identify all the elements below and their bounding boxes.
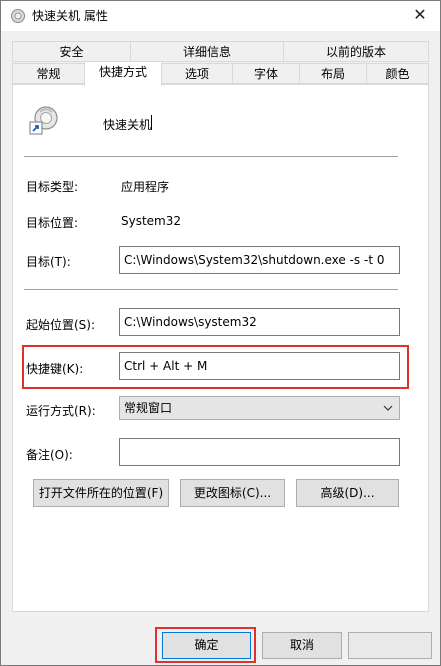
target-type-value: 应用程序 xyxy=(121,180,170,194)
run-select[interactable]: 常规窗口 xyxy=(119,396,400,420)
tab-general[interactable]: 常规 xyxy=(12,63,85,84)
advanced-button[interactable]: 高级(D)... xyxy=(296,479,399,507)
target-label: 目标(T): xyxy=(26,255,71,269)
change-icon-button[interactable]: 更改图标(C)... xyxy=(180,479,285,507)
open-file-location-button[interactable]: 打开文件所在的位置(F) xyxy=(33,479,169,507)
run-select-value: 常规窗口 xyxy=(124,401,173,415)
close-button[interactable]: ✕ xyxy=(408,4,432,26)
shortcut-icon xyxy=(28,104,60,136)
start-in-label: 起始位置(S): xyxy=(26,318,96,332)
text-cursor xyxy=(151,115,152,130)
divider xyxy=(24,289,398,290)
tab-previous-versions[interactable]: 以前的版本 xyxy=(283,41,429,62)
shortcut-properties-panel xyxy=(12,84,429,612)
comment-field[interactable] xyxy=(119,438,400,466)
window-title: 快速关机 属性 xyxy=(32,9,108,23)
tab-options[interactable]: 选项 xyxy=(161,63,233,84)
tab-shortcut[interactable]: 快捷方式 xyxy=(84,61,162,86)
divider xyxy=(24,156,398,157)
tab-colors[interactable]: 颜色 xyxy=(366,63,429,84)
shutdown-app-icon xyxy=(10,8,26,24)
apply-button-obscured xyxy=(348,632,432,659)
target-location-label: 目标位置: xyxy=(26,216,79,230)
tab-security[interactable]: 安全 xyxy=(12,41,131,62)
target-location-value: System32 xyxy=(121,214,182,228)
target-type-label: 目标类型: xyxy=(26,180,79,194)
tab-layout[interactable]: 布局 xyxy=(299,63,367,84)
target-field[interactable]: C:\Windows\System32\shutdown.exe -s -t 0 xyxy=(119,246,400,274)
start-in-field[interactable]: C:\Windows\system32 xyxy=(119,308,400,336)
chevron-down-icon xyxy=(381,397,395,419)
comment-label: 备注(O): xyxy=(26,448,73,462)
hotkey-field[interactable]: Ctrl + Alt + M xyxy=(119,352,400,380)
run-label: 运行方式(R): xyxy=(26,404,96,418)
tab-details[interactable]: 详细信息 xyxy=(130,41,284,62)
ok-button[interactable]: 确定 xyxy=(162,632,251,659)
hotkey-label: 快捷键(K): xyxy=(26,362,84,376)
tab-font[interactable]: 字体 xyxy=(232,63,300,84)
shortcut-name: 快速关机 xyxy=(103,118,152,132)
cancel-button[interactable]: 取消 xyxy=(262,632,342,659)
